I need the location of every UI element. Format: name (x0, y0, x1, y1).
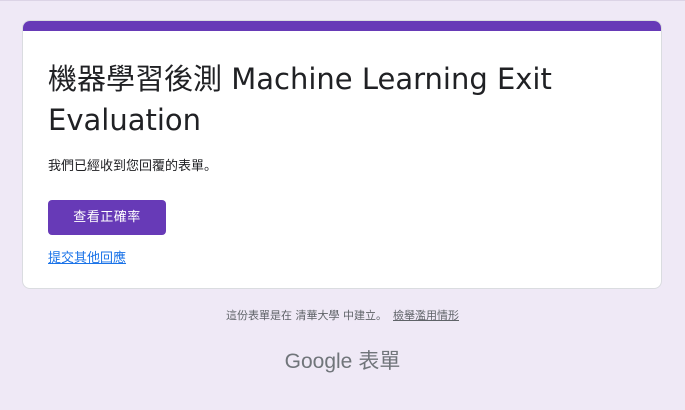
card-accent-bar (23, 21, 661, 31)
forms-wordmark: 表單 (358, 350, 401, 373)
google-forms-logo[interactable]: Google 表單 (0, 345, 685, 375)
submit-another-response-link[interactable]: 提交其他回應 (48, 247, 126, 266)
top-divider (0, 0, 685, 1)
created-in-text: 這份表單是在 清華大學 中建立。 (226, 309, 387, 322)
footer-notice: 這份表單是在 清華大學 中建立。 檢舉濫用情形 (0, 307, 685, 323)
confirmation-message: 我們已經收到您回覆的表單。 (48, 159, 218, 174)
google-wordmark: Google (284, 350, 353, 373)
form-title: 機器學習後測 Machine Learning Exit Evaluation (48, 62, 552, 137)
report-abuse-link[interactable]: 檢舉濫用情形 (393, 309, 459, 322)
view-score-button[interactable]: 查看正確率 (48, 200, 166, 235)
response-card: 機器學習後測 Machine Learning Exit Evaluation … (22, 20, 662, 289)
